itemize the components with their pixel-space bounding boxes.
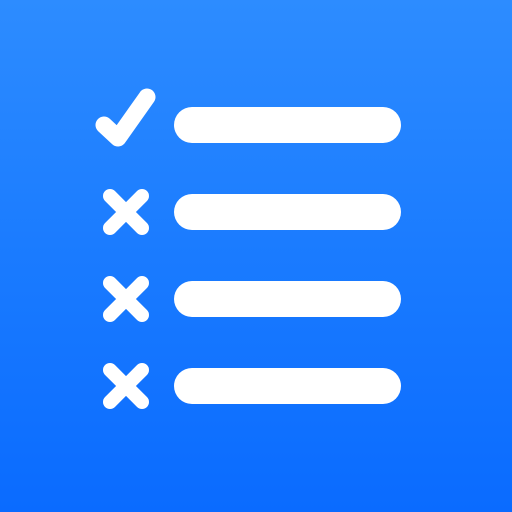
- checklist-row: [103, 276, 401, 322]
- checklist-row: [95, 88, 401, 147]
- x-mark-icon: [103, 189, 149, 235]
- x-mark-icon: [103, 363, 149, 409]
- checkmark-icon: [95, 88, 156, 147]
- checklist-row: [103, 189, 401, 235]
- app-icon: [0, 0, 512, 512]
- checklist-icon: [95, 88, 401, 409]
- checklist-row: [103, 363, 401, 409]
- x-mark-icon: [103, 276, 149, 322]
